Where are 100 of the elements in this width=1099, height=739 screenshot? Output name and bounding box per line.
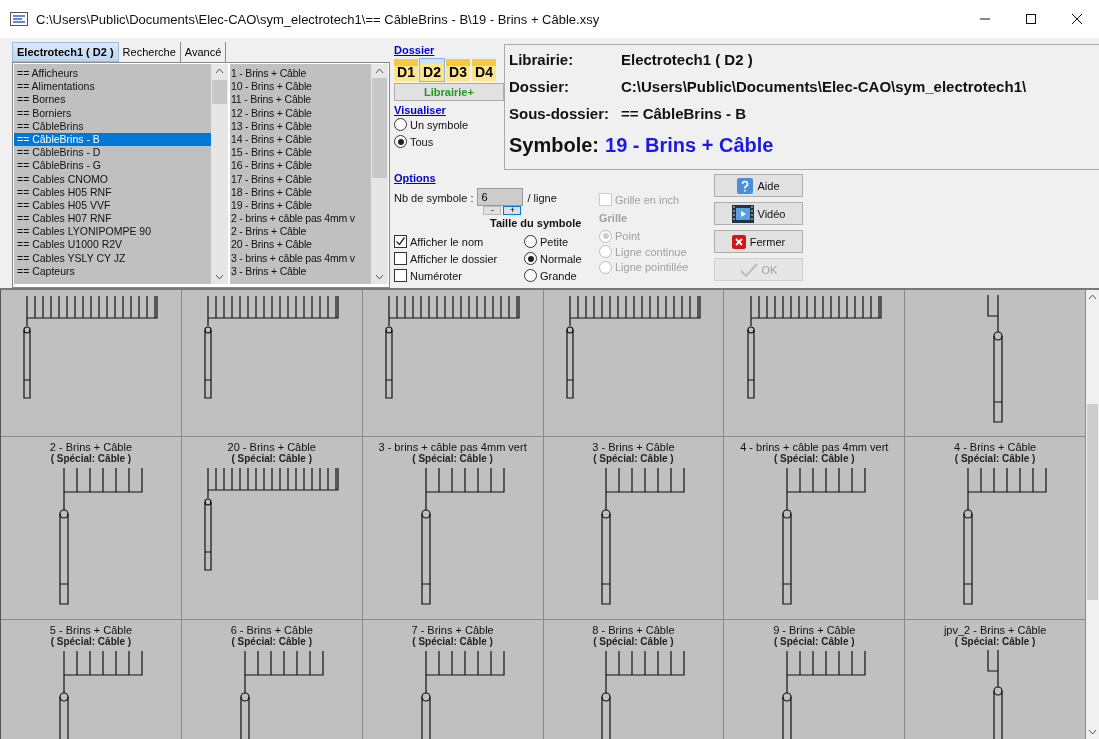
symbol-cell[interactable]	[1, 290, 182, 437]
symbol-cell[interactable]	[181, 290, 363, 437]
symbol-list-item[interactable]: 17 - Brins + Câble	[230, 172, 371, 186]
symbol-name: 20 - Brins + Câble	[227, 441, 316, 453]
symbol-category: ( Spécial: Câble )	[954, 636, 1036, 647]
symbol-cell[interactable]: 8 - Brins + Câble ( Spécial: Câble )	[543, 620, 725, 739]
symbol-cell[interactable]	[362, 290, 544, 437]
radio-button[interactable]	[394, 118, 407, 131]
symbol-list-item[interactable]: 1 - Brins + Câble	[230, 67, 371, 81]
close-button[interactable]: Fermer	[714, 230, 803, 253]
symbol-list-item[interactable]: 11 - Brins + Câble	[230, 93, 371, 107]
symbol-list-item[interactable]: 12 - Brins + Câble	[230, 106, 371, 120]
symbol-list-item[interactable]: 19 - Brins + Câble	[230, 198, 371, 213]
help-button[interactable]: Aide	[714, 174, 803, 197]
folder-list-item[interactable]: == Cables H05 RNF	[14, 185, 211, 199]
symbol-list-item[interactable]: 18 - Brins + Câble	[230, 185, 371, 199]
symbol-name: 19 - Brins + Câble	[605, 134, 774, 157]
symbol-category: ( Spécial: Câble )	[773, 453, 855, 464]
symbol-list-item[interactable]: 20 - Brins + Câble	[230, 238, 371, 252]
symbol-cell[interactable]: 7 - Brins + Câble ( Spécial: Câble )	[362, 620, 544, 739]
folder-list-item[interactable]: == Alimentations	[14, 80, 211, 94]
scroll-up-icon[interactable]	[375, 68, 384, 74]
radio-button[interactable]	[524, 269, 537, 282]
folder-list-item[interactable]: == Cables CNOMO	[14, 172, 211, 186]
library-tab[interactable]: Electrotech1 ( D2 )	[12, 42, 119, 62]
symbol-name: 6 - Brins + Câble	[230, 624, 313, 636]
scroll-up-icon[interactable]	[1088, 294, 1097, 300]
dossier-heading[interactable]: Dossier	[394, 44, 504, 56]
symbol-category: ( Spécial: Câble )	[231, 453, 313, 464]
scroll-thumb[interactable]	[212, 80, 227, 104]
radio-label: Normale	[540, 252, 582, 265]
checkbox[interactable]	[394, 252, 407, 265]
radio-button[interactable]	[524, 235, 537, 248]
symbol-list-item[interactable]: 13 - Brins + Câble	[230, 119, 371, 133]
radio-button[interactable]	[394, 135, 407, 148]
video-button[interactable]: Vidéo	[714, 202, 803, 225]
folder-list-item[interactable]: == Cables YSLY CY JZ	[14, 251, 211, 265]
count-field[interactable]: 6	[477, 188, 524, 206]
folder-drive-button[interactable]: D4	[472, 59, 496, 81]
symbol-list-item[interactable]: 2 - brins + câble pas 4mm v	[230, 212, 371, 226]
folder-list-item[interactable]: == Cables H07 RNF	[14, 212, 211, 226]
options-heading[interactable]: Options	[394, 172, 599, 184]
symbol-cell[interactable]: 6 - Brins + Câble ( Spécial: Câble )	[181, 620, 363, 739]
symbol-cell[interactable]	[724, 290, 906, 437]
folder-list-item[interactable]: == Borniers	[14, 106, 211, 120]
symbol-cell[interactable]: 3 - brins + câble pas 4mm vert ( Spécial: Câble )	[362, 437, 544, 620]
symbol-list-item[interactable]: 16 - Brins + Câble	[230, 159, 371, 173]
symbol-list-item[interactable]: 15 - Brins + Câble	[230, 146, 371, 160]
folder-list-item[interactable]: == CâbleBrins	[14, 119, 211, 133]
info-label: Sous-dossier:	[509, 105, 611, 124]
scroll-up-icon[interactable]	[215, 68, 224, 74]
symbol-cell[interactable]: 9 - Brins + Câble ( Spécial: Câble )	[724, 620, 906, 739]
folder-list-item[interactable]: == Capteurs	[14, 264, 211, 278]
film-icon	[731, 204, 754, 223]
folder-list-item[interactable]: == Cables U1000 R2V	[14, 238, 211, 252]
scroll-thumb[interactable]	[1087, 404, 1098, 600]
symbol-name: 4 - brins + câble pas 4mm vert	[740, 441, 889, 453]
checkbox[interactable]	[394, 269, 407, 282]
checkbox-label: Afficher le dossier	[410, 252, 498, 265]
symbol-list-item[interactable]: 3 - Brins + Câble	[230, 264, 371, 278]
folder-list-item[interactable]: == Bornes	[14, 93, 211, 107]
radio-button[interactable]	[524, 252, 537, 265]
symbol-list-item[interactable]: 10 - Brins + Câble	[230, 80, 371, 94]
symbol-name: 5 - Brins + Câble	[49, 624, 133, 636]
symbol-list-item[interactable]: 14 - Brins + Câble	[230, 132, 371, 147]
folder-list-item[interactable]: == CâbleBrins - G	[14, 159, 211, 173]
scroll-down-icon[interactable]	[1088, 729, 1097, 735]
symbol-name: 4 - Brins + Câble	[953, 441, 1037, 453]
visualiser-heading[interactable]: Visualiser	[394, 104, 504, 116]
folder-list-item[interactable]: == Cables LYONIPOMPE 90	[14, 225, 211, 239]
checkmark-icon	[739, 262, 758, 277]
scroll-down-icon[interactable]	[375, 274, 384, 280]
folder-drive-button[interactable]: D3	[446, 59, 470, 81]
symbol-list-item[interactable]: 3 - brins + câble pas 4mm v	[230, 251, 371, 265]
decrease-button[interactable]: -	[483, 206, 502, 215]
symbol-list-item[interactable]: 2 - Brins + Câble	[230, 225, 371, 239]
folder-drive-button[interactable]: D1	[394, 59, 418, 81]
symbol-cell[interactable]: 20 - Brins + Câble ( Spécial: Câble )	[181, 437, 363, 620]
info-value: Electrotech1 ( D2 )	[621, 51, 753, 70]
checkbox[interactable]	[394, 235, 407, 248]
folder-list-item[interactable]: == Cables H05 VVF	[14, 198, 211, 213]
scroll-thumb[interactable]	[372, 78, 387, 178]
scrollbar[interactable]	[211, 64, 228, 284]
symbol-cell[interactable]: 2 - Brins + Câble ( Spécial: Câble )	[1, 437, 182, 620]
symbol-cell[interactable]: 5 - Brins + Câble ( Spécial: Câble )	[1, 620, 182, 739]
folder-list-item[interactable]: == CâbleBrins - D	[14, 146, 211, 160]
folder-list-item[interactable]: == Afficheurs	[14, 67, 211, 81]
folder-list-item[interactable]: == CâbleBrins - B	[14, 132, 211, 147]
maximize-icon[interactable]	[1025, 13, 1037, 25]
close-icon[interactable]	[1071, 13, 1083, 25]
scrollbar[interactable]	[371, 64, 388, 284]
radio-label: Tous	[410, 135, 434, 148]
scroll-down-icon[interactable]	[215, 274, 224, 280]
symbol-cell[interactable]: 3 - Brins + Câble ( Spécial: Câble )	[543, 437, 725, 620]
symbol-category: ( Spécial: Câble )	[231, 636, 313, 647]
increase-button[interactable]: +	[503, 206, 522, 215]
symbol-cell[interactable]: 4 - brins + câble pas 4mm vert ( Spécial: Câble )	[724, 437, 906, 620]
symbol-cell[interactable]	[543, 290, 725, 437]
folder-drive-button[interactable]: D2	[420, 59, 444, 81]
symbol-label: Symbole:	[509, 134, 600, 157]
